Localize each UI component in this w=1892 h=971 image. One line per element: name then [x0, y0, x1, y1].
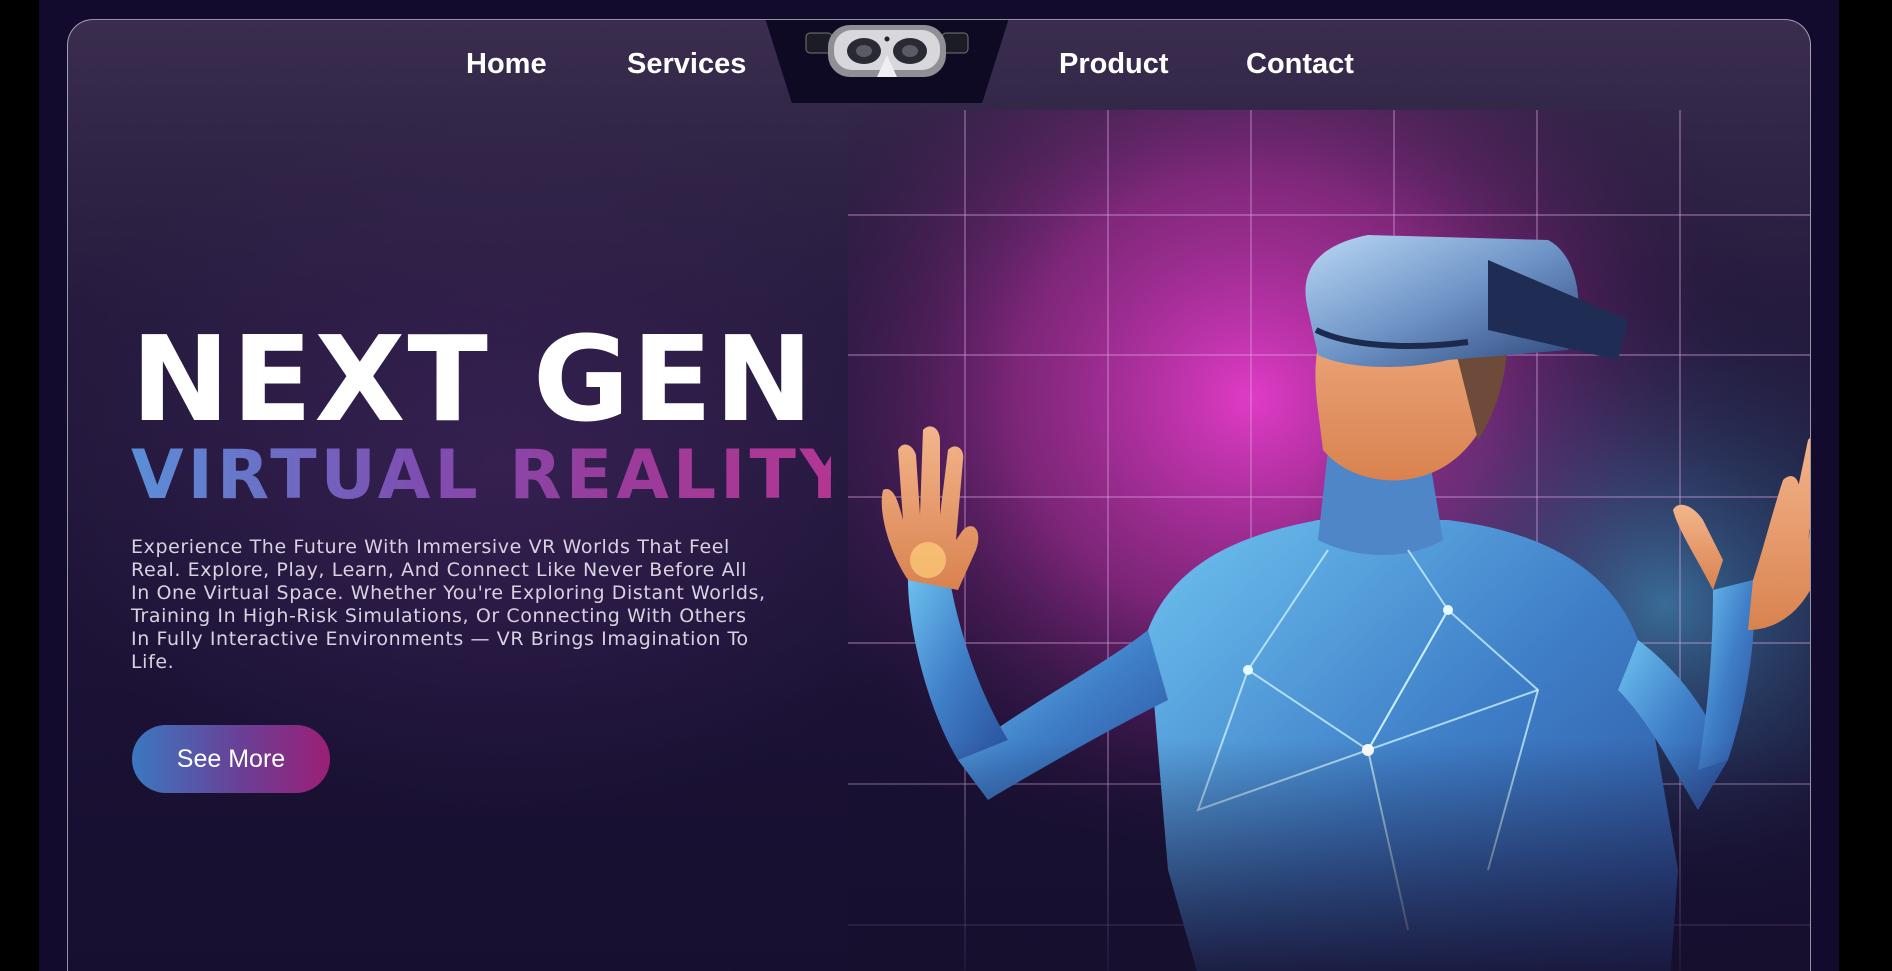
page: Home Services Product Contact NEXT GEN V…	[39, 0, 1839, 971]
vr-headset-icon[interactable]	[800, 21, 974, 87]
hero-title-secondary: VIRTUAL REALITY	[131, 436, 854, 515]
nav-link-contact[interactable]: Contact	[1246, 48, 1354, 81]
hero-title-primary: NEXT GEN	[131, 310, 816, 448]
hero-card: Home Services Product Contact NEXT GEN V…	[67, 19, 1811, 971]
logo-notch	[765, 20, 1009, 103]
hero-text: NEXT GEN VIRTUAL REALITY Experience The …	[131, 310, 854, 674]
nav-link-home[interactable]: Home	[466, 48, 547, 81]
hero-description: Experience The Future With Immersive VR …	[131, 536, 766, 673]
nav-link-product[interactable]: Product	[1059, 48, 1169, 81]
top-navigation: Home Services Product Contact	[68, 20, 1810, 110]
nav-link-services[interactable]: Services	[627, 48, 746, 81]
vr-person-illustration	[848, 110, 1810, 971]
see-more-button[interactable]: See More	[132, 725, 330, 793]
